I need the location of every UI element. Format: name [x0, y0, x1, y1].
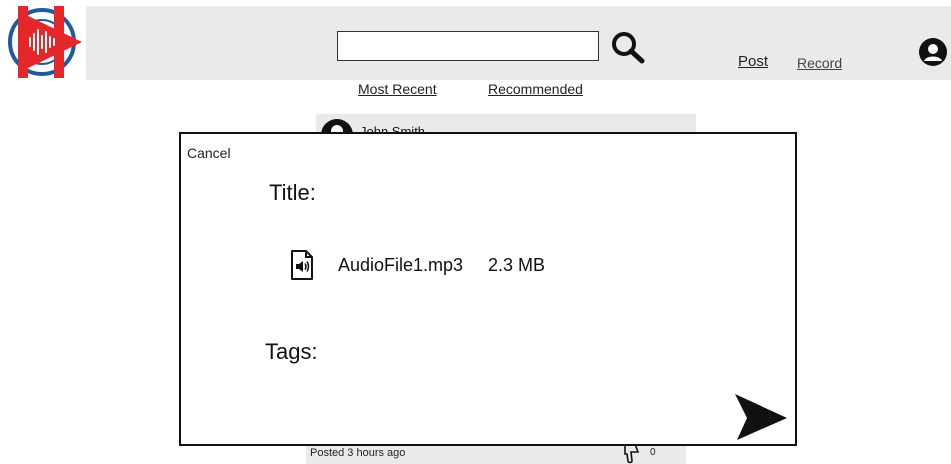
search-icon[interactable] — [610, 30, 646, 64]
file-name: AudioFile1.mp3 — [338, 255, 464, 275]
audio-file-icon — [291, 250, 313, 280]
record-link[interactable]: Record — [797, 55, 842, 71]
tab-most-recent[interactable]: Most Recent — [358, 81, 437, 97]
tab-recommended[interactable]: Recommended — [488, 81, 583, 97]
file-size: 2.3 MB — [488, 255, 546, 275]
tags-label: Tags: — [265, 339, 318, 364]
upload-post-dialog: Cancel Title: AudioFile1.mp3 2.3 MB Tags… — [179, 132, 797, 446]
cancel-button[interactable]: Cancel — [187, 145, 231, 161]
app-logo — [8, 6, 82, 78]
search-input[interactable] — [337, 31, 599, 61]
post-timestamp: Posted 3 hours ago — [310, 447, 406, 459]
user-profile-icon[interactable] — [919, 38, 947, 66]
post-link[interactable]: Post — [738, 53, 768, 70]
title-label: Title: — [269, 180, 316, 205]
send-icon[interactable] — [733, 390, 789, 442]
dislike-count: 0 — [650, 447, 656, 458]
